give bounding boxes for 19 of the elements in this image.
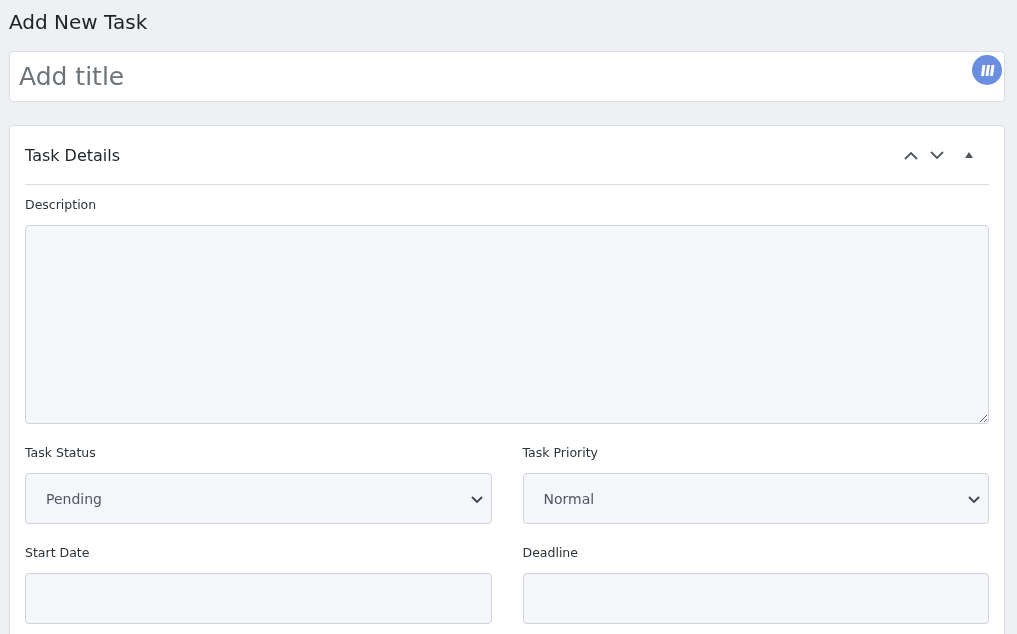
chevron-down-icon [470, 494, 483, 504]
field-label: Deadline [522, 545, 579, 561]
chevron-down-icon [930, 150, 944, 160]
description-field[interactable] [25, 225, 989, 424]
date-field[interactable] [522, 573, 989, 624]
field-label: Description [25, 197, 98, 213]
select-field[interactable]: Normal [522, 473, 989, 524]
title-field[interactable]: Add title [9, 51, 1005, 102]
logo-icon [972, 55, 1002, 85]
date-field[interactable] [25, 573, 492, 624]
page-title: Add New Task [9, 9, 149, 34]
field-label: Task Priority [522, 445, 599, 461]
select-field[interactable]: Pending [25, 473, 492, 524]
field-label: Task Status [25, 445, 97, 461]
chevron-down-icon [968, 494, 980, 504]
field-label: Start Date [25, 545, 91, 561]
chevron-up-icon [904, 150, 918, 160]
triangle-icon [965, 152, 973, 158]
panel-title: Task Details [25, 145, 122, 165]
